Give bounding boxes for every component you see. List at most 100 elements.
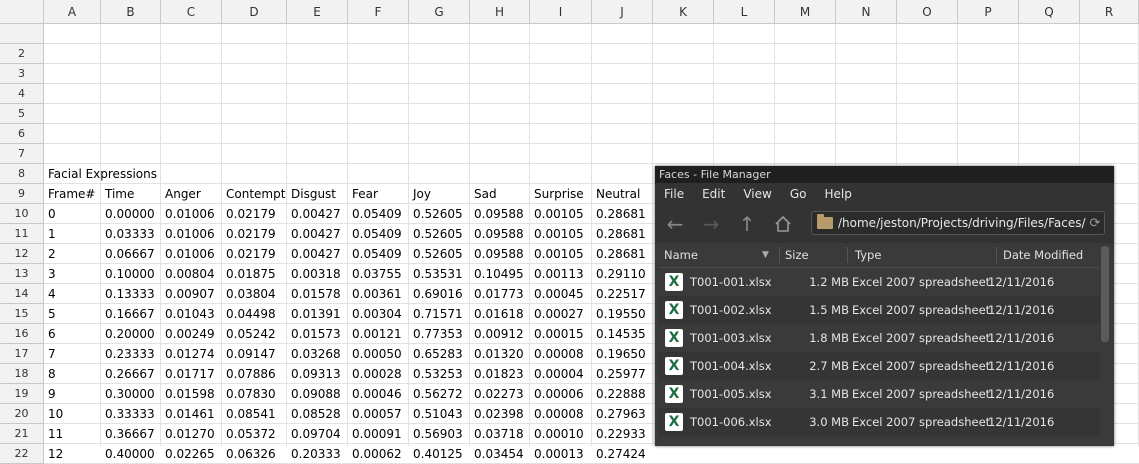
data-cell[interactable]: 0.27963 bbox=[592, 404, 653, 424]
data-cell[interactable]: 0.01274 bbox=[161, 344, 222, 364]
data-cell[interactable]: 1 bbox=[44, 224, 101, 244]
data-cell[interactable]: 0.06326 bbox=[222, 444, 287, 464]
data-cell[interactable]: 0.00027 bbox=[530, 304, 592, 324]
data-cell[interactable]: 0.14535 bbox=[592, 324, 653, 344]
column-header[interactable]: I bbox=[530, 0, 592, 24]
column-header[interactable]: L bbox=[714, 0, 775, 24]
sort-desc-icon[interactable]: ▼ bbox=[762, 243, 769, 267]
data-cell[interactable]: 0.10000 bbox=[101, 264, 161, 284]
data-cell[interactable]: 0.40000 bbox=[101, 444, 161, 464]
location-path[interactable]: /home/jeston/Projects/driving/Files/Face… bbox=[838, 216, 1086, 230]
menu-go[interactable]: Go bbox=[781, 183, 816, 205]
data-cell[interactable]: 0.09313 bbox=[287, 364, 348, 384]
column-separator[interactable] bbox=[996, 247, 997, 263]
data-cell[interactable]: 0.02179 bbox=[222, 224, 287, 244]
data-cell[interactable]: 0.01875 bbox=[222, 264, 287, 284]
file-row[interactable]: X T001-003.xlsx 1.8 MB Excel 2007 spreadshe… bbox=[658, 324, 1100, 352]
file-manager-window[interactable]: Faces - File Manager File Edit View Go H… bbox=[655, 166, 1114, 446]
data-cell[interactable]: 0.00318 bbox=[287, 264, 348, 284]
row-header[interactable]: 11 bbox=[0, 224, 44, 244]
row-header[interactable]: 9 bbox=[0, 184, 44, 204]
data-cell[interactable]: 0.00361 bbox=[348, 284, 409, 304]
data-cell[interactable]: 0.00249 bbox=[161, 324, 222, 344]
data-cell[interactable]: 0.01270 bbox=[161, 424, 222, 444]
column-header[interactable]: F bbox=[348, 0, 409, 24]
data-cell[interactable]: 0.09588 bbox=[470, 244, 530, 264]
data-cell[interactable]: 0.02273 bbox=[470, 384, 530, 404]
data-cell[interactable]: 0.03755 bbox=[348, 264, 409, 284]
data-cell[interactable]: 0.36667 bbox=[101, 424, 161, 444]
data-cell[interactable]: 0.01320 bbox=[470, 344, 530, 364]
row-header[interactable]: 21 bbox=[0, 424, 44, 444]
data-cell[interactable]: 0.00105 bbox=[530, 204, 592, 224]
file-row[interactable]: X T001-005.xlsx 3.1 MB Excel 2007 spreadshe… bbox=[658, 380, 1100, 408]
data-cell[interactable]: 6 bbox=[44, 324, 101, 344]
data-cell[interactable]: 0.28681 bbox=[592, 244, 653, 264]
data-cell[interactable]: 9 bbox=[44, 384, 101, 404]
data-cell[interactable]: 0.00006 bbox=[530, 384, 592, 404]
row-header[interactable]: 22 bbox=[0, 444, 44, 464]
data-cell[interactable]: 0.28681 bbox=[592, 204, 653, 224]
header-cell[interactable]: Disgust bbox=[287, 184, 348, 204]
data-cell[interactable]: 12 bbox=[44, 444, 101, 464]
column-header[interactable]: R bbox=[1080, 0, 1139, 24]
data-cell[interactable]: 0.07830 bbox=[222, 384, 287, 404]
data-cell[interactable]: 0.01006 bbox=[161, 204, 222, 224]
data-cell[interactable]: 10 bbox=[44, 404, 101, 424]
menu-edit[interactable]: Edit bbox=[693, 183, 734, 205]
data-cell[interactable]: 0.09588 bbox=[470, 224, 530, 244]
data-cell[interactable]: 0.69016 bbox=[409, 284, 470, 304]
header-cell[interactable]: Frame# bbox=[44, 184, 101, 204]
file-row[interactable]: X T001-001.xlsx 1.2 MB Excel 2007 spreadshe… bbox=[658, 268, 1100, 296]
data-cell[interactable]: 0.00000 bbox=[101, 204, 161, 224]
data-cell[interactable]: 0.28681 bbox=[592, 224, 653, 244]
data-cell[interactable]: 0.13333 bbox=[101, 284, 161, 304]
column-date-modified[interactable]: Date Modified bbox=[1003, 243, 1083, 267]
row-header[interactable]: 16 bbox=[0, 324, 44, 344]
data-cell[interactable]: 0.00091 bbox=[348, 424, 409, 444]
row-header[interactable]: 6 bbox=[0, 124, 44, 144]
data-cell[interactable]: 0.05372 bbox=[222, 424, 287, 444]
menu-file[interactable]: File bbox=[655, 183, 693, 205]
data-cell[interactable]: 0.09147 bbox=[222, 344, 287, 364]
column-separator[interactable] bbox=[779, 247, 780, 263]
header-cell[interactable]: Surprise bbox=[530, 184, 592, 204]
column-name[interactable]: Name bbox=[664, 243, 698, 267]
data-cell[interactable]: 0.00013 bbox=[530, 444, 592, 464]
data-cell[interactable]: 0.05409 bbox=[348, 244, 409, 264]
data-cell[interactable]: 0.56903 bbox=[409, 424, 470, 444]
data-cell[interactable]: 5 bbox=[44, 304, 101, 324]
data-cell[interactable]: 0 bbox=[44, 204, 101, 224]
data-cell[interactable]: 0.03268 bbox=[287, 344, 348, 364]
data-cell[interactable]: 0.06667 bbox=[101, 244, 161, 264]
row-header[interactable]: 10 bbox=[0, 204, 44, 224]
data-cell[interactable]: 0.05409 bbox=[348, 224, 409, 244]
data-cell[interactable]: 0.00050 bbox=[348, 344, 409, 364]
data-cell[interactable]: 0.00028 bbox=[348, 364, 409, 384]
data-cell[interactable]: 0.52605 bbox=[409, 244, 470, 264]
data-cell[interactable]: 0.16667 bbox=[101, 304, 161, 324]
menu-help[interactable]: Help bbox=[815, 183, 860, 205]
data-cell[interactable]: 0.19550 bbox=[592, 304, 653, 324]
row-header[interactable]: 17 bbox=[0, 344, 44, 364]
data-cell[interactable]: 0.08528 bbox=[287, 404, 348, 424]
data-cell[interactable]: 0.01618 bbox=[470, 304, 530, 324]
header-cell[interactable]: Sad bbox=[470, 184, 530, 204]
data-cell[interactable]: 0.00907 bbox=[161, 284, 222, 304]
data-cell[interactable]: 0.09704 bbox=[287, 424, 348, 444]
data-cell[interactable]: 4 bbox=[44, 284, 101, 304]
file-row[interactable]: X T001-002.xlsx 1.5 MB Excel 2007 spreadshe… bbox=[658, 296, 1100, 324]
column-header[interactable]: M bbox=[775, 0, 836, 24]
scrollbar[interactable] bbox=[1101, 246, 1109, 342]
column-header[interactable]: N bbox=[836, 0, 897, 24]
data-cell[interactable]: 3 bbox=[44, 264, 101, 284]
data-cell[interactable]: 0.00105 bbox=[530, 244, 592, 264]
title-cell[interactable]: Facial Expressions bbox=[44, 164, 244, 184]
data-cell[interactable]: 0.26667 bbox=[101, 364, 161, 384]
data-cell[interactable]: 0.01578 bbox=[287, 284, 348, 304]
data-cell[interactable]: 0.65283 bbox=[409, 344, 470, 364]
column-header[interactable]: P bbox=[958, 0, 1019, 24]
data-cell[interactable]: 0.02179 bbox=[222, 204, 287, 224]
data-cell[interactable]: 0.03454 bbox=[470, 444, 530, 464]
data-cell[interactable]: 0.53531 bbox=[409, 264, 470, 284]
